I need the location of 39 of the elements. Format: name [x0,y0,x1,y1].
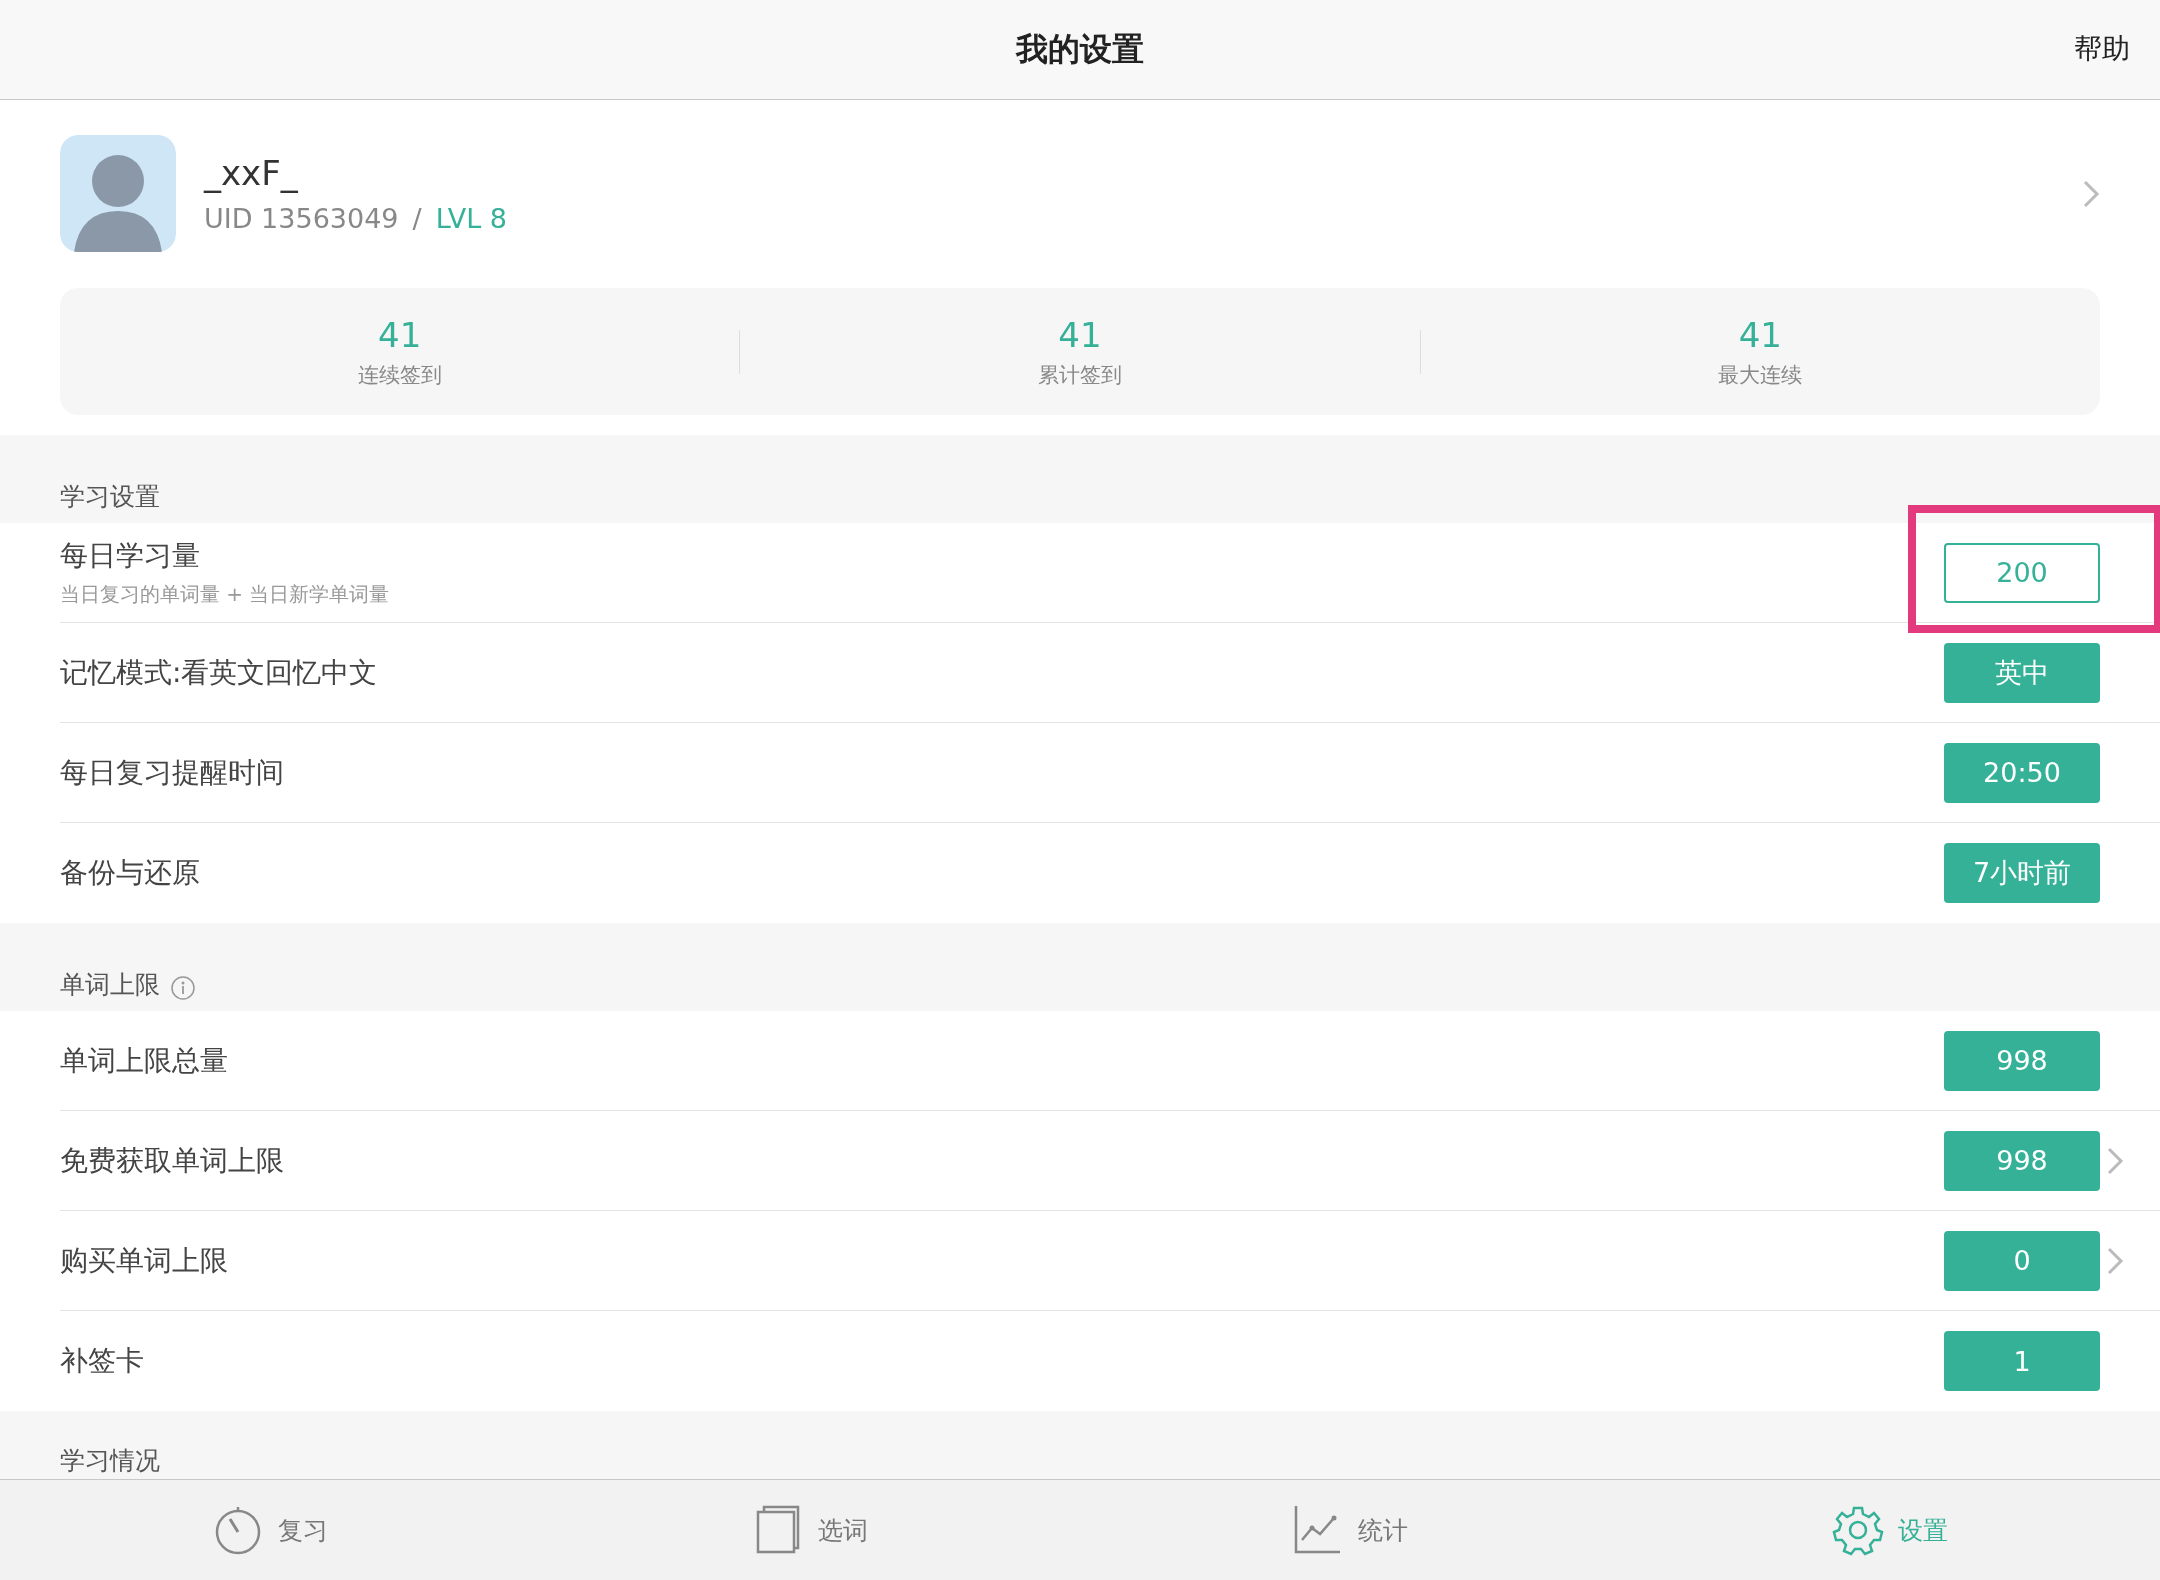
value-button[interactable]: 7小时前 [1944,843,2100,903]
tab[interactable]: 复习 [0,1480,540,1580]
tab[interactable]: 选词 [540,1480,1080,1580]
setting-label: 补签卡 [60,1343,145,1379]
stat-value: 41 [378,314,422,355]
stat-label: 累计签到 [1038,361,1122,389]
user-name: _xxF_ [204,153,299,193]
settings-icon [1832,1504,1884,1556]
user-id: UID 13563049 [204,203,399,234]
setting-label: 每日复习提醒时间 [60,754,285,791]
value-button[interactable]: 20:50 [1944,742,2100,803]
setting-label: 免费获取单词上限 [60,1142,285,1179]
tab[interactable]: 统计 [1080,1480,1620,1580]
avatar-icon [60,135,176,252]
setting-hint: 当日复习的单词量 + 当日新学单词量 [60,581,391,608]
value-button[interactable]: 1 [1944,1331,2100,1391]
setting-label: 备份与还原 [60,855,201,891]
stat-label: 连续签到 [357,361,442,389]
setting-label: 单词上限总量 [60,1042,229,1079]
separator: / [412,203,422,234]
value-button[interactable]: 998 [1944,1030,2100,1091]
value-button[interactable]: 200 [1944,542,2100,603]
user-level: LVL 8 [435,203,507,234]
section-title: 单词上限 [60,969,160,1001]
chevron-icon [2082,178,2100,209]
stat-label: 最大连续 [1718,361,1803,389]
value-button[interactable]: 0 [1944,1230,2100,1291]
page-title: 我的设置 [1016,28,1144,70]
setting-label: 记忆模式:看英文回忆中文 [60,654,379,691]
stat-value: 41 [1058,314,1102,355]
section-title: 学习设置 [60,481,160,513]
help-link[interactable]: 帮助 [2074,30,2130,68]
value-button[interactable]: 英中 [1944,642,2100,703]
section-title: 学习情况 [60,1445,160,1477]
setting-label: 购买单词上限 [60,1242,229,1279]
setting-label: 每日学习量 [60,538,201,574]
tab[interactable]: 设置 [1620,1480,2160,1580]
stat-value: 41 [1738,314,1782,355]
value-button[interactable]: 998 [1944,1130,2100,1191]
